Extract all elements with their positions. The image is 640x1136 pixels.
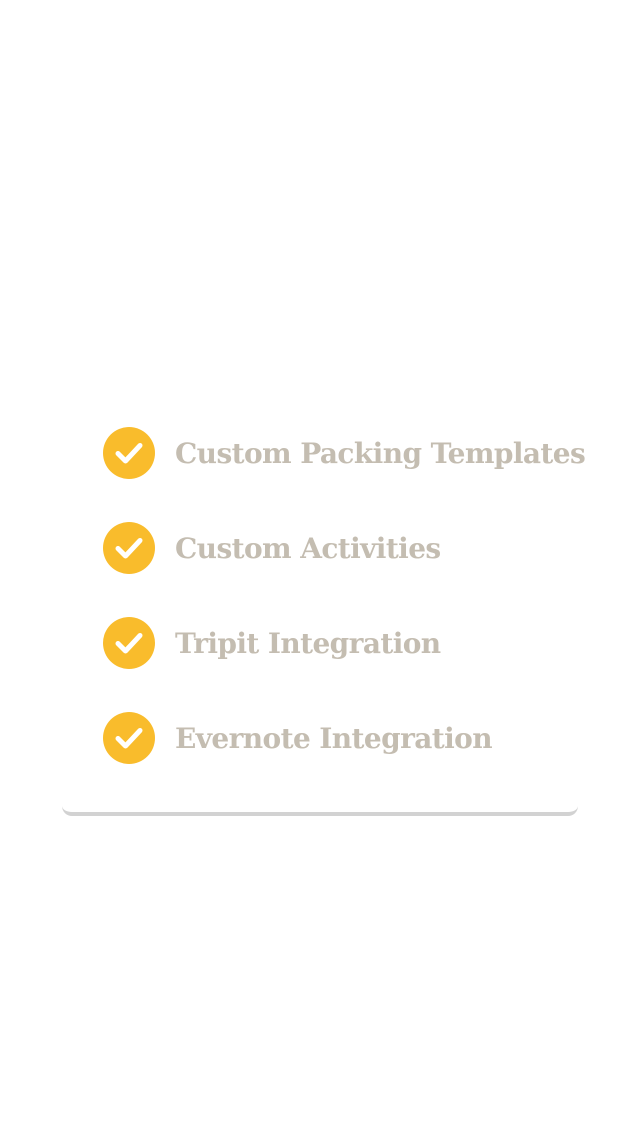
feature-item-custom-packing-templates: Custom Packing Templates <box>103 427 586 479</box>
feature-item-custom-activities: Custom Activities <box>103 522 573 574</box>
feature-label: Tripit Integration <box>175 626 441 660</box>
feature-item-evernote-integration: Evernote Integration <box>103 712 573 764</box>
feature-label: Evernote Integration <box>175 721 493 755</box>
check-circle-icon <box>103 712 155 764</box>
feature-label: Custom Activities <box>175 531 441 565</box>
check-circle-icon <box>103 617 155 669</box>
feature-label: Custom Packing Templates <box>175 436 586 470</box>
feature-list: Custom Packing Templates Custom Activiti… <box>103 427 586 807</box>
check-circle-icon <box>103 427 155 479</box>
feature-item-tripit-integration: Tripit Integration <box>103 617 573 669</box>
check-circle-icon <box>103 522 155 574</box>
